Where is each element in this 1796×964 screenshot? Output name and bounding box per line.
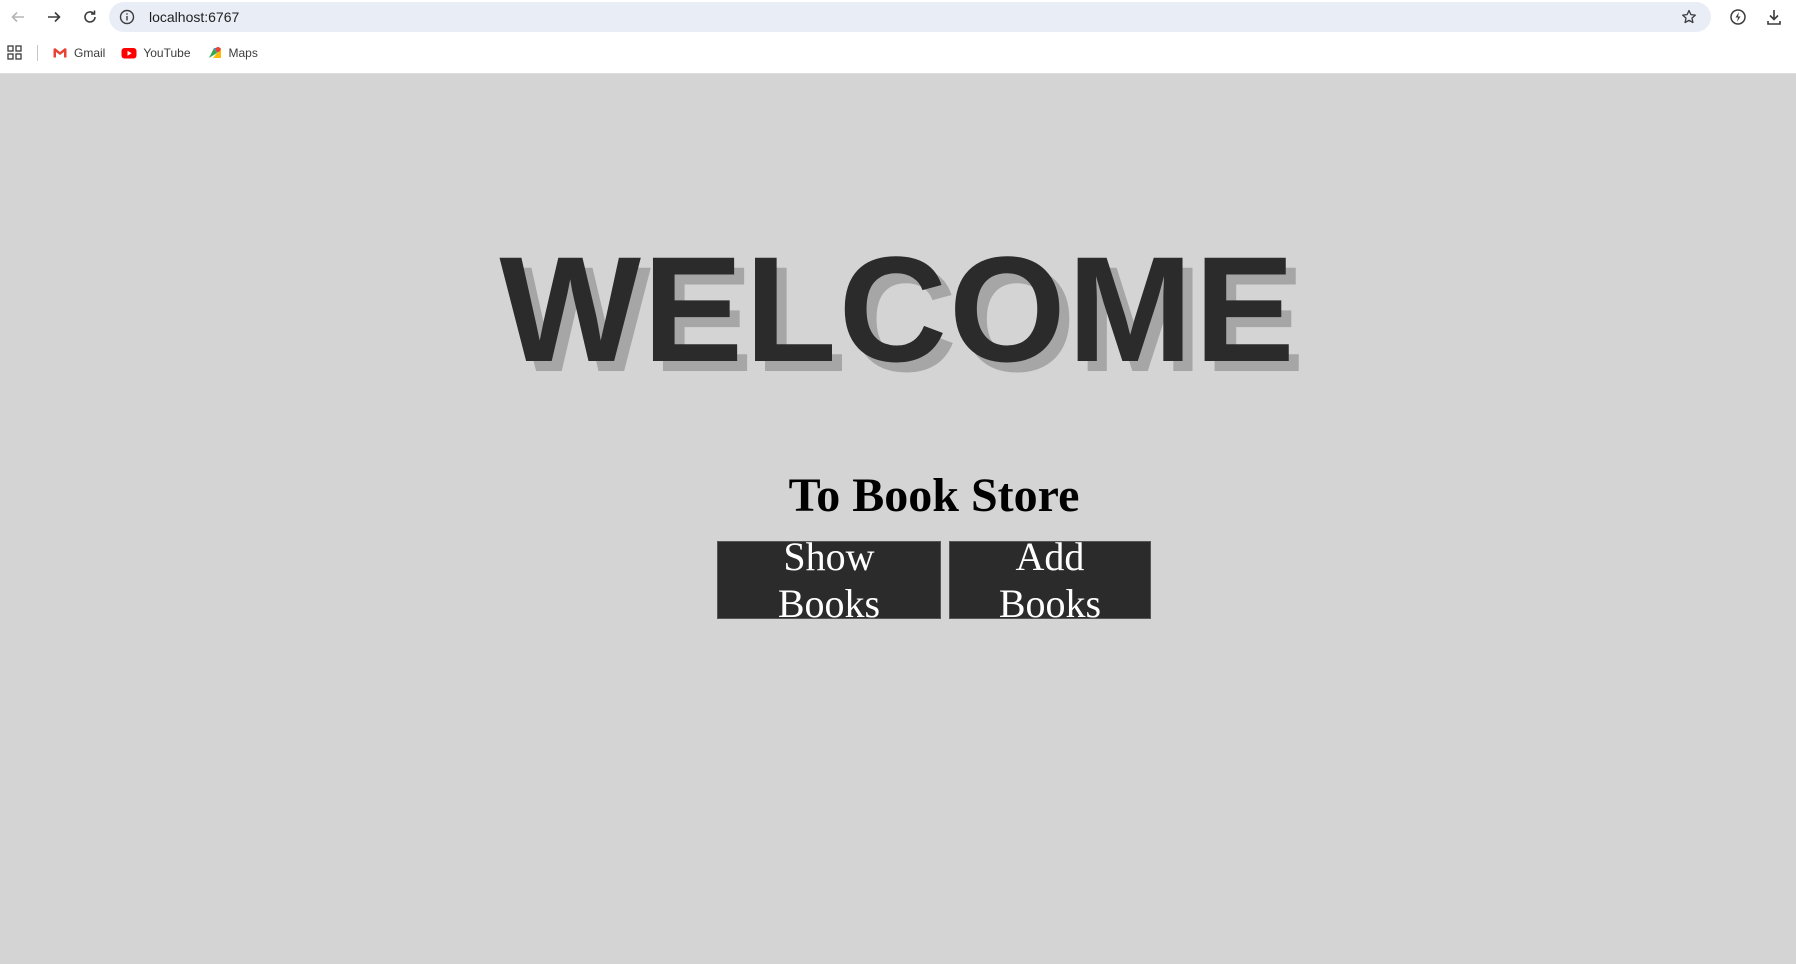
gmail-icon (53, 48, 67, 58)
download-icon[interactable] (1765, 8, 1783, 26)
action-buttons: Show Books Add Books (717, 534, 1151, 626)
browser-toolbar: localhost:6767 (0, 0, 1796, 34)
extension-icon[interactable] (1729, 8, 1747, 26)
bookmarks-bar: Gmail YouTube Maps (0, 38, 1796, 68)
welcome-heading: WELCOME (499, 225, 1297, 393)
star-icon[interactable] (1681, 9, 1697, 25)
address-bar[interactable]: localhost:6767 (109, 2, 1711, 32)
back-button[interactable] (0, 0, 36, 34)
page-viewport: WELCOME To Book Store Show Books Add Boo… (0, 74, 1796, 964)
bookmark-maps[interactable]: Maps (207, 45, 258, 61)
arrow-right-icon (48, 11, 61, 23)
arrow-left-icon (11, 11, 24, 23)
url-text[interactable]: localhost:6767 (149, 9, 239, 25)
show-books-button[interactable]: Show Books (717, 534, 941, 626)
maps-icon (208, 47, 221, 58)
forward-button[interactable] (36, 0, 72, 34)
info-icon[interactable] (119, 9, 135, 25)
bookmark-label: Maps (228, 46, 258, 60)
add-books-button[interactable]: Add Books (949, 534, 1151, 626)
bookmark-youtube[interactable]: YouTube (121, 45, 191, 61)
bookmarks-separator (37, 45, 38, 61)
bookmark-gmail[interactable]: Gmail (52, 45, 105, 61)
youtube-icon (121, 48, 137, 59)
reload-button[interactable] (72, 0, 108, 34)
store-subtitle: To Book Store (788, 469, 1080, 522)
apps-grid-icon[interactable] (7, 45, 23, 61)
bookmark-label: YouTube (143, 46, 191, 60)
bookmark-label: Gmail (74, 46, 106, 60)
reload-icon (84, 10, 96, 23)
